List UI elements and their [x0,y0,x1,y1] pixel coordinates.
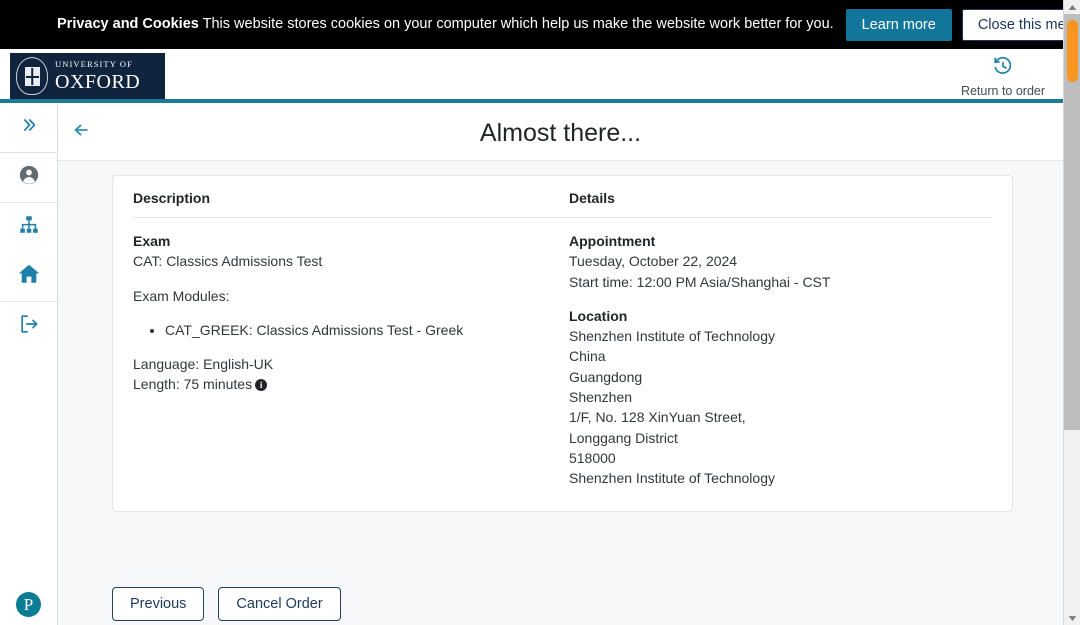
location-label: Location [569,306,992,326]
info-circle-icon[interactable]: i [255,379,267,391]
scroll-up-button[interactable] [1064,0,1080,14]
history-restore-icon [992,55,1014,82]
location-line: Guangdong [569,367,992,387]
return-to-order-link[interactable]: Return to order [955,55,1051,98]
logout-icon [18,313,40,340]
description-rule [133,217,569,218]
length-line: Length: 75 minutesi [133,374,569,394]
home-icon [17,262,41,291]
cookie-actions: Learn more Close this message [846,9,1080,41]
cookie-title: Privacy and Cookies [57,16,199,32]
app-root: Privacy and Cookies This website stores … [0,0,1080,625]
order-summary-card: Description Exam CAT: Classics Admission… [112,175,1013,512]
brand-header: UNIVERSITY OF OXFORD Return to order [0,49,1063,103]
location-line: Shenzhen Institute of Technology [569,326,992,346]
exam-modules-list: CAT_GREEK: Classics Admissions Test - Gr… [165,320,569,340]
exam-modules-label: Exam Modules: [133,286,569,306]
oxford-wordmark: UNIVERSITY OF OXFORD [55,60,140,92]
location-line: Longgang District [569,428,992,448]
exam-label: Exam [133,231,569,251]
caret-down-icon [1064,611,1080,625]
oxford-crest-icon [16,57,48,95]
cookie-message: Privacy and Cookies This website stores … [57,16,834,33]
vertical-scrollbar[interactable] [1063,0,1080,625]
exam-value: CAT: Classics Admissions Test [133,251,569,271]
sidebar-item-expand-menu[interactable] [0,103,57,152]
location-line: China [569,346,992,366]
language-line: Language: English-UK [133,354,569,374]
page-header: Almost there... [58,103,1063,161]
return-to-order-label: Return to order [961,84,1045,98]
sidebar-item-home[interactable] [0,252,57,301]
location-line: 1/F, No. 128 XinYuan Street, [569,407,992,427]
description-heading: Description [133,190,569,217]
location-line: 518000 [569,448,992,468]
sidebar-item-sign-out[interactable] [0,302,57,351]
sidebar: P [0,103,58,625]
page-container: Almost there... Description Exam CAT: Cl… [58,103,1063,625]
cookie-banner: Privacy and Cookies This website stores … [0,0,1063,49]
caret-up-icon [1064,0,1080,14]
length-text: Length: 75 minutes [133,376,252,392]
sidebar-item-account[interactable] [0,153,57,202]
location-line: Shenzhen [569,387,992,407]
oxford-logo[interactable]: UNIVERSITY OF OXFORD [10,53,165,99]
description-column: Description Exam CAT: Classics Admission… [133,190,569,489]
appointment-label: Appointment [569,231,992,251]
previous-button[interactable]: Previous [112,587,204,621]
scrollbar-track-lower[interactable] [1064,430,1080,611]
oxford-university-line: UNIVERSITY OF [55,60,140,69]
details-column: Details Appointment Tuesday, October 22,… [569,190,992,489]
location-line: Shenzhen Institute of Technology [569,468,992,488]
scroll-down-button[interactable] [1064,611,1080,625]
sidebar-item-organisation[interactable] [0,203,57,252]
oxford-name: OXFORD [55,72,140,92]
pearson-logo-icon[interactable]: P [16,592,41,617]
details-heading: Details [569,190,992,217]
cancel-order-button[interactable]: Cancel Order [218,587,340,621]
details-rule [569,217,992,218]
list-item: CAT_GREEK: Classics Admissions Test - Gr… [165,320,569,340]
page-title: Almost there... [58,119,1063,148]
chevron-double-right-icon [19,115,39,140]
appointment-date: Tuesday, October 22, 2024 [569,251,992,271]
sitemap-icon [18,214,40,241]
scrollbar-thumb[interactable] [1067,20,1078,82]
cookie-body-text: This website stores cookies on your comp… [203,16,834,32]
learn-more-button[interactable]: Learn more [846,9,952,41]
account-circle-icon [18,164,40,191]
content-area: Description Exam CAT: Classics Admission… [58,161,1063,625]
secondary-actions: Previous Cancel Order [112,587,341,621]
appointment-start-time: Start time: 12:00 PM Asia/Shanghai - CST [569,272,992,292]
